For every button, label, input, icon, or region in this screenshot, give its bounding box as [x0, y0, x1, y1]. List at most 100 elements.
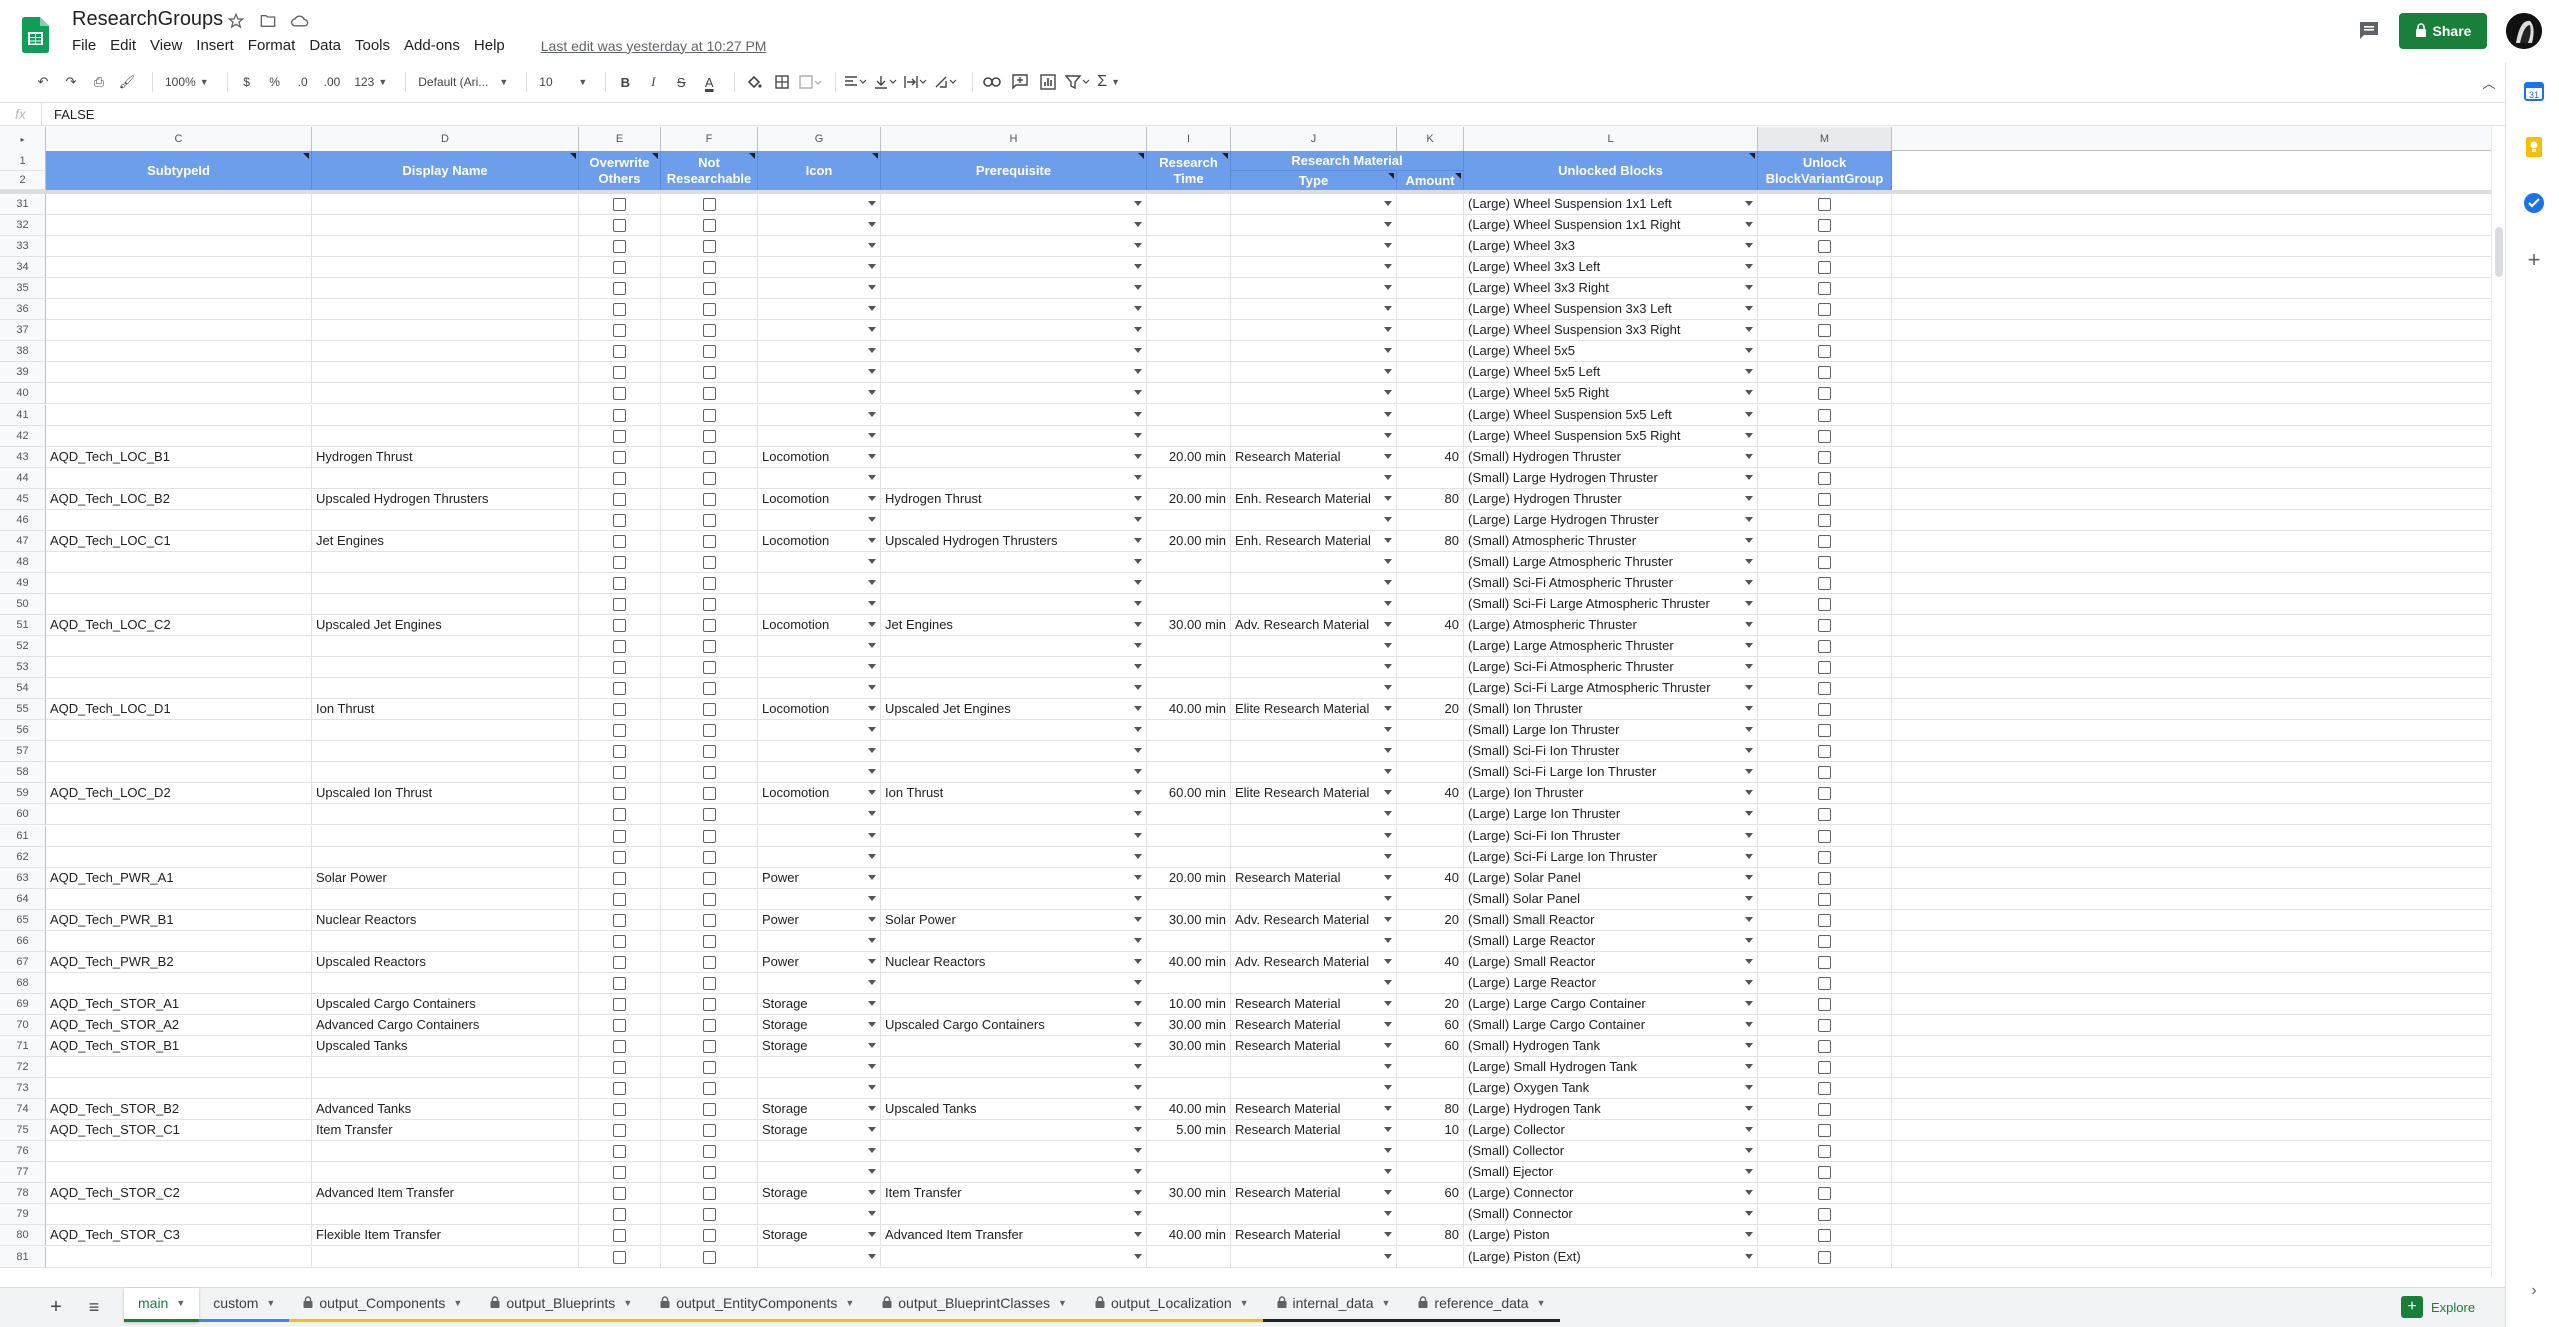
overwrite-others-cell[interactable]	[579, 699, 661, 720]
subtype-id-cell[interactable]	[46, 846, 312, 867]
tab-menu-caret-icon[interactable]: ▼	[1240, 1298, 1249, 1308]
subtype-id-cell[interactable]	[46, 257, 312, 278]
dropdown-arrow-icon[interactable]	[1384, 327, 1392, 333]
dropdown-arrow-icon[interactable]	[1134, 348, 1142, 354]
checkbox[interactable]	[613, 661, 626, 675]
row-number[interactable]: 72	[0, 1057, 46, 1079]
row-number[interactable]: 56	[0, 720, 46, 742]
subtype-id-cell[interactable]: AQD_Tech_PWR_B2	[46, 951, 312, 972]
checkbox[interactable]	[1818, 1124, 1831, 1138]
dropdown-arrow-icon[interactable]	[1134, 1064, 1142, 1070]
material-type-cell[interactable]	[1231, 1078, 1397, 1099]
dropdown-arrow-icon[interactable]	[1384, 390, 1392, 396]
row-number[interactable]: 65	[0, 909, 46, 931]
dropdown-arrow-icon[interactable]	[1745, 1127, 1753, 1133]
star-icon[interactable]	[226, 11, 246, 31]
keep-icon[interactable]	[2523, 136, 2545, 158]
dropdown-arrow-icon[interactable]	[1745, 790, 1753, 796]
material-type-cell[interactable]: Research Material	[1231, 867, 1397, 888]
display-name-cell[interactable]	[312, 320, 579, 341]
not-researchable-cell[interactable]	[661, 593, 758, 614]
material-type-cell[interactable]	[1231, 762, 1397, 783]
checkbox[interactable]	[702, 745, 716, 759]
avatar[interactable]	[2506, 13, 2542, 49]
prerequisite-cell[interactable]	[881, 362, 1147, 383]
checkbox[interactable]	[613, 640, 626, 654]
unlocked-block-cell[interactable]: (Large) Large Reactor	[1464, 972, 1758, 993]
prerequisite-cell[interactable]: Nuclear Reactors	[881, 951, 1147, 972]
header-unlocked-blocks[interactable]: Unlocked Blocks	[1464, 151, 1758, 190]
subtype-id-cell[interactable]: AQD_Tech_STOR_B2	[46, 1099, 312, 1120]
unlocked-block-cell[interactable]: (Large) Piston (Ext)	[1464, 1246, 1758, 1267]
prerequisite-cell[interactable]	[881, 278, 1147, 299]
display-name-cell[interactable]	[312, 467, 579, 488]
overwrite-others-cell[interactable]	[579, 1204, 661, 1225]
unlocked-block-cell[interactable]: (Large) Wheel Suspension 5x5 Left	[1464, 404, 1758, 425]
material-type-cell[interactable]	[1231, 236, 1397, 257]
checkbox[interactable]	[702, 682, 716, 696]
checkbox[interactable]	[613, 408, 626, 422]
dropdown-arrow-icon[interactable]	[868, 937, 876, 943]
dropdown-arrow-icon[interactable]	[1745, 832, 1753, 838]
research-time-cell[interactable]	[1147, 888, 1231, 909]
icon-cell[interactable]	[758, 804, 881, 825]
display-name-cell[interactable]	[312, 888, 579, 909]
dropdown-arrow-icon[interactable]	[868, 1064, 876, 1070]
row-number[interactable]: 36	[0, 299, 46, 321]
dropdown-arrow-icon[interactable]	[868, 411, 876, 417]
dropdown-arrow-icon[interactable]	[868, 895, 876, 901]
sheet-tab-output-components[interactable]: output_Components ▼	[289, 1288, 477, 1322]
dropdown-arrow-icon[interactable]	[1134, 327, 1142, 333]
subtype-id-cell[interactable]	[46, 741, 312, 762]
material-amount-cell[interactable]	[1397, 404, 1464, 425]
checkbox[interactable]	[1818, 661, 1831, 675]
not-researchable-cell[interactable]	[661, 888, 758, 909]
prerequisite-cell[interactable]: Upscaled Tanks	[881, 1099, 1147, 1120]
display-name-cell[interactable]	[312, 1204, 579, 1225]
material-type-cell[interactable]	[1231, 383, 1397, 404]
prerequisite-cell[interactable]	[881, 257, 1147, 278]
research-time-cell[interactable]	[1147, 320, 1231, 341]
menu-format[interactable]: Format	[248, 37, 303, 54]
dropdown-arrow-icon[interactable]	[868, 811, 876, 817]
dropdown-arrow-icon[interactable]	[1384, 1021, 1392, 1027]
font-size-select[interactable]: 10 ▼	[535, 69, 591, 95]
not-researchable-cell[interactable]	[661, 404, 758, 425]
prerequisite-cell[interactable]: Upscaled Jet Engines	[881, 699, 1147, 720]
unlocked-block-cell[interactable]: (Large) Wheel 3x3	[1464, 236, 1758, 257]
research-time-cell[interactable]: 20.00 min	[1147, 867, 1231, 888]
prerequisite-cell[interactable]	[881, 825, 1147, 846]
display-name-cell[interactable]	[312, 299, 579, 320]
comment-history-icon[interactable]	[2357, 18, 2381, 42]
dropdown-arrow-icon[interactable]	[1134, 958, 1142, 964]
research-time-cell[interactable]	[1147, 425, 1231, 446]
material-type-cell[interactable]	[1231, 888, 1397, 909]
bold-icon[interactable]: B	[614, 69, 636, 95]
not-researchable-cell[interactable]	[661, 236, 758, 257]
checkbox[interactable]	[1818, 450, 1831, 464]
dropdown-arrow-icon[interactable]	[1134, 706, 1142, 712]
checkbox[interactable]	[702, 1229, 716, 1243]
subtype-id-cell[interactable]	[46, 362, 312, 383]
checkbox[interactable]	[702, 1082, 716, 1096]
research-time-cell[interactable]	[1147, 1162, 1231, 1183]
material-amount-cell[interactable]	[1397, 636, 1464, 657]
checkbox[interactable]	[1818, 261, 1831, 275]
display-name-cell[interactable]	[312, 383, 579, 404]
checkbox[interactable]	[613, 1229, 626, 1243]
checkbox[interactable]	[613, 240, 626, 254]
icon-cell[interactable]: Storage	[758, 993, 881, 1014]
checkbox[interactable]	[1818, 576, 1831, 590]
dropdown-arrow-icon[interactable]	[868, 769, 876, 775]
add-sheet-button[interactable]: +	[46, 1296, 66, 1319]
strikethrough-icon[interactable]: S	[670, 69, 692, 95]
overwrite-others-cell[interactable]	[579, 720, 661, 741]
dropdown-arrow-icon[interactable]	[1134, 1106, 1142, 1112]
overwrite-others-cell[interactable]	[579, 551, 661, 572]
prerequisite-cell[interactable]	[881, 194, 1147, 214]
research-time-cell[interactable]	[1147, 1078, 1231, 1099]
unlock-variant-group-cell[interactable]	[1758, 278, 1892, 299]
dropdown-arrow-icon[interactable]	[1745, 769, 1753, 775]
unlocked-block-cell[interactable]: (Large) Wheel 3x3 Right	[1464, 278, 1758, 299]
material-amount-cell[interactable]: 60	[1397, 1183, 1464, 1204]
